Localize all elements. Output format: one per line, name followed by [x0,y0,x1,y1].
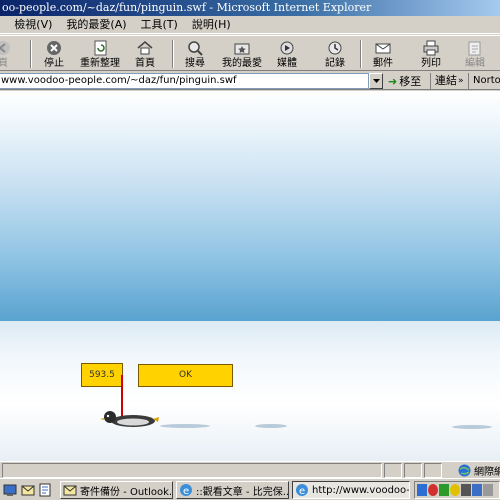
tray-app-icon[interactable] [450,484,460,496]
media-icon [278,39,296,57]
print-button[interactable]: 列印 [421,39,441,70]
toolbar: 頁 停止 重新整理 首頁 搜尋 我的最愛 媒體 記錄 郵件 列印 編輯 [0,35,500,71]
system-tray [414,481,500,499]
taskbar: 寄件備份 - Outlook... e ::觀看文章 - 比完保... e ht… [0,478,500,500]
edit-icon [466,39,484,57]
taskbar-button-outlook[interactable]: 寄件備份 - Outlook... [60,481,173,499]
address-input[interactable]: www.voodoo-people.com/~daz/fun/pinguin.s… [0,73,369,89]
search-label: 搜尋 [185,58,205,69]
go-arrow-icon: ➜ [388,74,398,88]
stop-label: 停止 [44,58,64,69]
svg-text:e: e [183,486,189,497]
history-icon [326,39,344,57]
norton-toolbar-button[interactable]: Norton [468,73,500,89]
status-panel [404,463,422,478]
toolbar-separator [30,40,32,68]
chevron-right-icon[interactable]: » [458,73,464,89]
links-button[interactable]: 連結 [430,73,457,89]
snow-field [0,321,500,461]
flash-game-area[interactable]: 593.5 OK [0,91,500,461]
tray-antivirus-icon[interactable] [428,484,438,496]
favorites-label: 我的最愛 [222,58,262,69]
search-button[interactable]: 搜尋 [185,39,205,70]
status-text-panel [2,463,382,478]
stop-button[interactable]: 停止 [44,39,64,70]
back-label: 頁 [0,58,8,69]
refresh-label: 重新整理 [80,58,120,69]
menu-bar: ) 檢視(V) 我的最愛(A) 工具(T) 說明(H) [0,16,500,34]
zone-label: 網際網 [474,467,500,478]
media-label: 媒體 [277,58,297,69]
status-bar: 網際網 [0,461,500,478]
menu-item-help[interactable]: 說明(H) [192,16,231,34]
task-label: http://www.voodoo-p... [312,484,410,496]
back-button[interactable]: 頁 [0,39,12,70]
mail-label: 郵件 [373,58,393,69]
edit-label: 編輯 [465,58,485,69]
security-zone: 網際網 [458,463,500,478]
edit-button[interactable]: 編輯 [465,39,485,70]
mail-icon [374,39,392,57]
toolbar-separator [172,40,174,68]
home-icon [136,39,154,57]
back-arrow-icon [0,39,12,57]
favorites-folder-icon [233,39,251,57]
toolbar-separator [360,40,362,68]
tray-network-icon[interactable] [417,484,427,496]
tray-app-icon[interactable] [439,484,449,496]
address-bar: www.voodoo-people.com/~daz/fun/pinguin.s… [0,72,500,90]
svg-text:e: e [299,486,305,497]
task-label: ::觀看文章 - 比完保... [196,486,289,498]
task-label: 寄件備份 - Outlook... [80,486,173,498]
penguin-sprite [100,411,159,427]
tray-app-icon[interactable] [472,484,482,496]
menu-item-favorites[interactable]: 我的最愛(A) [66,16,126,34]
media-button[interactable]: 媒體 [277,39,297,70]
status-panel [384,463,402,478]
go-button[interactable]: ➜ 移至 [388,73,421,89]
mail-button[interactable]: 郵件 [373,39,393,70]
go-label: 移至 [399,75,422,88]
search-icon [186,39,204,57]
menu-item-view[interactable]: 檢視(V) [14,16,52,34]
internet-globe-icon [458,464,471,477]
favorites-button[interactable]: 我的最愛 [222,39,262,70]
history-label: 記錄 [325,58,345,69]
outlook-icon [63,485,77,496]
taskbar-button-voodoo[interactable]: e http://www.voodoo-p... [292,481,410,499]
history-button[interactable]: 記錄 [325,39,345,70]
quick-launch-outlook-icon[interactable] [20,482,36,498]
taskbar-button-forum[interactable]: e ::觀看文章 - 比完保... [176,481,289,499]
print-label: 列印 [421,58,441,69]
status-panel [424,463,442,478]
tray-app-icon[interactable] [483,484,493,496]
slide-track [255,424,287,428]
quick-launch-show-desktop-icon[interactable] [2,482,18,498]
home-button[interactable]: 首頁 [135,39,155,70]
ok-button[interactable]: OK [138,364,233,387]
ie-icon: e [180,484,192,497]
window-title: oo-people.com/~daz/fun/pinguin.swf - Mic… [0,0,500,16]
home-label: 首頁 [135,58,155,69]
tray-volume-icon[interactable] [461,484,471,496]
stop-icon [45,39,63,57]
quick-launch-notepad-icon[interactable] [37,482,53,498]
ie-icon: e [296,484,308,497]
slide-track [452,425,492,429]
slide-track [160,424,210,428]
refresh-button[interactable]: 重新整理 [80,39,120,70]
address-dropdown-button[interactable] [369,73,383,89]
menu-item-tools[interactable]: 工具(T) [141,16,178,34]
distance-score-display: 593.5 [81,363,123,387]
refresh-icon [91,39,109,57]
chevron-down-icon [372,79,380,83]
printer-icon [422,39,440,57]
